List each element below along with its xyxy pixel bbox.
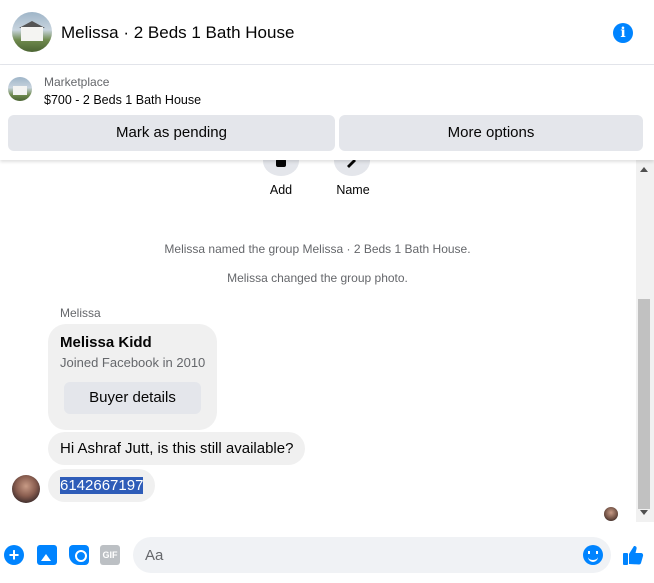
more-options-button[interactable]: More options bbox=[339, 115, 643, 151]
buyer-name[interactable]: Melissa Kidd bbox=[60, 334, 152, 351]
message-bubble[interactable]: 6142667197 bbox=[48, 469, 156, 502]
sender-name: Melissa bbox=[60, 306, 101, 320]
gif-icon[interactable]: GIF bbox=[100, 545, 120, 565]
read-receipt-avatar bbox=[604, 507, 618, 521]
message-bubble[interactable]: Hi Ashraf Jutt, is this still available? bbox=[48, 432, 306, 465]
message-thread[interactable]: Add Name Melissa named the group Melissa… bbox=[0, 160, 654, 522]
add-person-icon bbox=[276, 160, 286, 167]
system-message: Melissa named the group Melissa · 2 Beds… bbox=[164, 242, 471, 256]
listing-thumbnail[interactable] bbox=[8, 77, 32, 101]
listing-title[interactable]: $700 - 2 Beds 1 Bath House bbox=[44, 93, 201, 107]
house-thumbnail-body bbox=[13, 86, 27, 95]
selected-message-text[interactable]: 6142667197 bbox=[60, 477, 144, 494]
info-icon[interactable]: i bbox=[613, 23, 633, 43]
sticker-icon[interactable] bbox=[69, 545, 89, 565]
photo-icon[interactable] bbox=[37, 545, 57, 565]
group-avatar[interactable] bbox=[12, 12, 52, 52]
plus-icon[interactable]: + bbox=[4, 545, 24, 565]
house-photo-body bbox=[21, 27, 43, 41]
sender-avatar[interactable] bbox=[12, 475, 40, 503]
name-group-label: Name bbox=[336, 183, 370, 197]
like-icon[interactable] bbox=[622, 544, 644, 566]
buyer-joined-info: Joined Facebook in 2010 bbox=[60, 355, 206, 370]
conversation-title[interactable]: Melissa · 2 Beds 1 Bath House bbox=[61, 23, 294, 43]
marketplace-listing-bar: Marketplace $700 - 2 Beds 1 Bath House M… bbox=[0, 65, 654, 160]
system-message: Melissa changed the group photo. bbox=[227, 271, 408, 285]
scrollbar[interactable] bbox=[636, 160, 654, 522]
mark-as-pending-button[interactable]: Mark as pending bbox=[8, 115, 335, 151]
name-group-button[interactable] bbox=[334, 160, 370, 176]
conversation-header: Melissa · 2 Beds 1 Bath House i bbox=[0, 0, 654, 65]
message-input-box[interactable] bbox=[133, 537, 611, 573]
message-input[interactable] bbox=[145, 537, 575, 573]
scroll-down-arrow-icon[interactable] bbox=[640, 510, 648, 515]
scroll-up-arrow-icon[interactable] bbox=[640, 167, 648, 172]
buyer-details-button[interactable]: Buyer details bbox=[64, 382, 201, 414]
pencil-icon bbox=[347, 160, 356, 168]
listing-source: Marketplace bbox=[44, 75, 110, 89]
scrollbar-thumb[interactable] bbox=[638, 299, 650, 509]
message-composer: + GIF bbox=[0, 522, 654, 583]
emoji-icon[interactable] bbox=[583, 545, 603, 565]
add-people-label: Add bbox=[269, 183, 293, 197]
buyer-profile-card: Melissa Kidd Joined Facebook in 2010 Buy… bbox=[48, 324, 217, 430]
add-people-button[interactable] bbox=[263, 160, 299, 176]
